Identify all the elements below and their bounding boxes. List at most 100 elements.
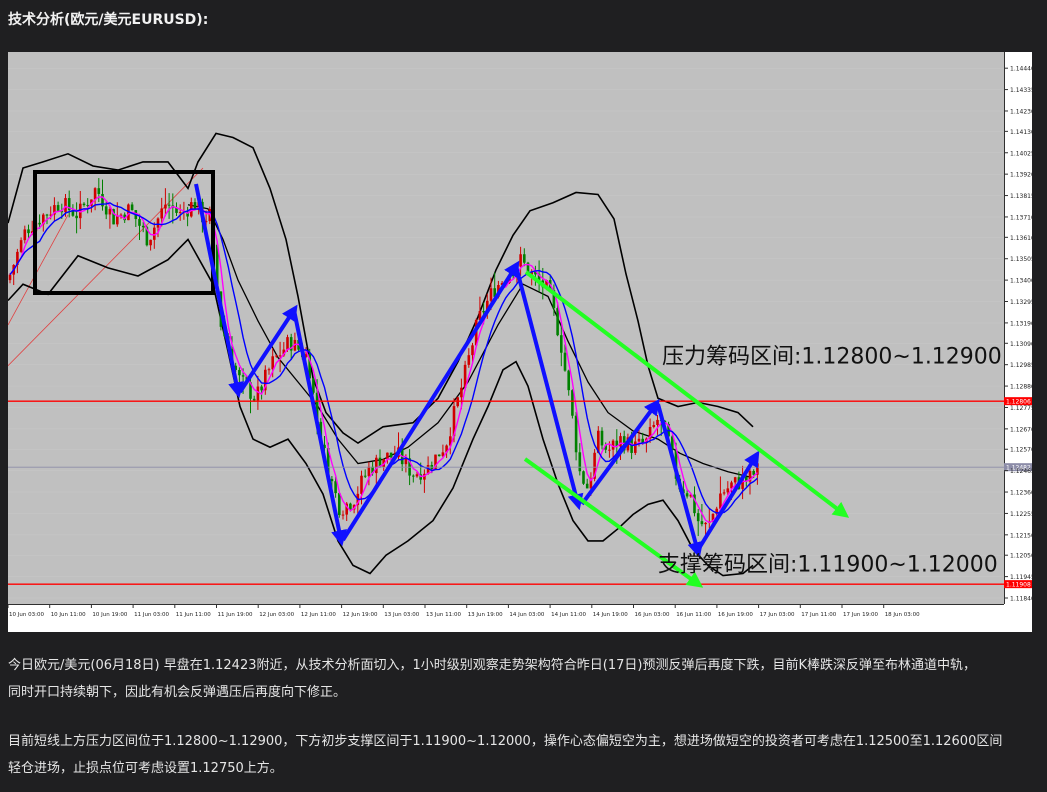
analysis-paragraph-1: 今日欧元/美元(06月18日) 早盘在1.12423附近，从技术分析面切入，1小…	[8, 652, 1033, 706]
candle-body	[156, 218, 160, 228]
plot-background	[8, 52, 1004, 604]
candle-body	[19, 240, 23, 252]
candle-body	[241, 375, 245, 377]
candle-body	[634, 441, 637, 453]
price-tick-label: 1.13190	[1010, 320, 1032, 327]
candle-body	[267, 369, 271, 371]
time-tick-label: 16 Jun 11:00	[676, 612, 711, 618]
candle-body	[563, 352, 567, 371]
candle-body	[349, 503, 352, 510]
zone-annotation: 支撑筹码区间:1.11900~1.12000	[658, 553, 998, 578]
price-tick-label: 1.12985	[1010, 362, 1032, 369]
price-tick-label: 1.12360	[1010, 490, 1032, 497]
price-tick-label: 1.12670	[1010, 426, 1032, 433]
candle-body	[338, 493, 341, 516]
price-tick-label: 1.12775	[1010, 405, 1032, 412]
time-tick-label: 12 Jun 11:00	[301, 612, 336, 618]
candle-body	[260, 386, 263, 391]
time-tick-label: 14 Jun 19:00	[593, 612, 628, 618]
price-tick-label: 1.12570	[1010, 447, 1032, 454]
time-tick-label: 13 Jun 03:00	[384, 612, 419, 618]
candle-body	[704, 522, 707, 525]
candle-body	[271, 356, 274, 370]
time-tick-label: 17 Jun 19:00	[843, 612, 878, 618]
price-tick-label: 1.12465	[1010, 468, 1032, 475]
candle-body	[460, 387, 463, 398]
candle-body	[556, 308, 559, 336]
price-tick-label: 1.13815	[1010, 193, 1032, 200]
candle-body	[582, 471, 585, 484]
candle-body	[116, 216, 119, 225]
candle-body	[64, 198, 67, 213]
candle-body	[471, 345, 474, 356]
candle-body	[415, 474, 419, 477]
price-tick-label: 1.11945	[1010, 574, 1032, 581]
candle-body	[82, 203, 86, 206]
chart-svg: 1.128061.119081.12482 压力筹码区间:1.12800~1.1…	[8, 52, 1032, 632]
price-tick-label: 1.13400	[1010, 278, 1032, 285]
candle-body	[412, 475, 415, 477]
time-tick-label: 17 Jun 03:00	[760, 612, 795, 618]
candle-body	[726, 488, 730, 493]
zone-annotation: 压力筹码区间:1.12800~1.12900	[662, 345, 1002, 370]
candle-body	[164, 204, 167, 209]
candle-body	[56, 205, 60, 211]
candle-body	[600, 430, 604, 446]
chart: 1.12806 1.11908 1.12482 压力筹码区间:1.12800~1.1…	[8, 52, 1032, 632]
analysis-paragraph-2: 目前短线上方压力区间位于1.12800~1.12900，下方初步支撑区间于1.1…	[8, 728, 1033, 782]
price-tick-label: 1.13505	[1010, 256, 1032, 263]
candle-body	[574, 415, 578, 453]
candle-body	[389, 452, 393, 458]
candle-body	[733, 477, 737, 483]
paragraph-line: 轻仓进场，止损点位可考虑设置1.12750上方。	[8, 761, 283, 776]
price-tick-label: 1.14335	[1010, 87, 1032, 94]
time-tick-label: 11 Jun 03:00	[134, 612, 169, 618]
candle-body	[97, 188, 101, 194]
time-tick-label: 16 Jun 03:00	[635, 612, 670, 618]
time-tick-label: 11 Jun 11:00	[176, 612, 211, 618]
price-tick-label: 1.12880	[1010, 384, 1032, 391]
time-tick-label: 11 Jun 19:00	[218, 612, 253, 618]
candle-body	[27, 229, 30, 234]
candle-body	[696, 513, 700, 522]
price-tick-label: 1.12150	[1010, 532, 1032, 539]
candle-body	[278, 355, 282, 357]
time-tick-label: 14 Jun 03:00	[509, 612, 544, 618]
candle-body	[93, 188, 97, 200]
time-tick-label: 12 Jun 19:00	[343, 612, 378, 618]
candle-body	[482, 310, 485, 313]
candle-body	[138, 219, 141, 226]
candle-body	[341, 514, 345, 516]
time-tick-label: 14 Jun 11:00	[551, 612, 586, 618]
price-tick-label: 1.13090	[1010, 341, 1032, 348]
candle-body	[23, 229, 27, 241]
time-tick-label: 10 Jun 19:00	[92, 612, 127, 618]
time-tick-label: 17 Jun 11:00	[801, 612, 836, 618]
candle-body	[367, 466, 371, 476]
candle-body	[656, 419, 659, 425]
candle-body	[286, 337, 289, 350]
candle-body	[149, 239, 152, 246]
price-tick-label: 1.13920	[1010, 172, 1032, 179]
price-tick-label: 1.13710	[1010, 214, 1032, 221]
candle-body	[685, 493, 689, 497]
paragraph-line: 今日欧元/美元(06月18日) 早盘在1.12423附近，从技术分析面切入，1小…	[8, 658, 976, 673]
candle-body	[178, 211, 182, 213]
candle-body	[160, 208, 163, 219]
price-tick-label: 1.13610	[1010, 235, 1032, 242]
candle-body	[45, 214, 49, 216]
candle-body	[130, 204, 134, 211]
candle-body	[386, 452, 389, 460]
time-tick-label: 13 Jun 11:00	[426, 612, 461, 618]
candle-body	[330, 478, 334, 482]
candle-body	[560, 335, 563, 353]
candle-body	[108, 209, 112, 215]
candle-body	[567, 370, 570, 391]
time-tick-label: 18 Jun 03:00	[885, 612, 920, 618]
candle-body	[467, 355, 471, 365]
price-tick-label: 1.14130	[1010, 129, 1032, 136]
candle-body	[363, 475, 367, 477]
candle-body	[275, 355, 278, 357]
candle-body	[8, 274, 12, 281]
candle-body	[104, 206, 108, 215]
